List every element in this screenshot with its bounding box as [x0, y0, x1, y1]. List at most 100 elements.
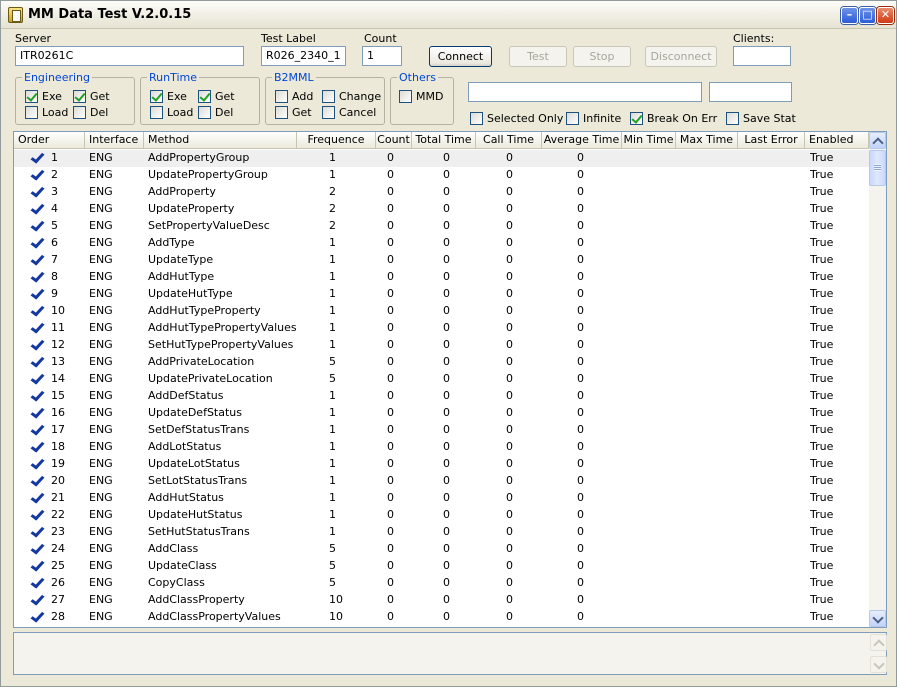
- disconnect-button[interactable]: Disconnect: [645, 46, 717, 67]
- scroll-down-arrow-icon[interactable]: [869, 610, 886, 627]
- eng-del-checkbox[interactable]: Del: [73, 106, 108, 120]
- table-row[interactable]: 9 ENG UpdateHutType 1 0 0 0 0 True: [14, 286, 869, 303]
- b2mml-add-label: Add: [292, 90, 314, 103]
- connect-button[interactable]: Connect: [429, 46, 492, 67]
- column-header-last-error[interactable]: Last Error: [738, 132, 805, 149]
- column-header-call-time[interactable]: Call Time: [476, 132, 542, 149]
- cell-average-time: 0: [577, 542, 584, 555]
- cell-frequence: 5: [329, 372, 336, 385]
- column-header-min-time[interactable]: Min Time: [622, 132, 676, 149]
- table-row[interactable]: 11 ENG AddHutTypePropertyValues 1 0 0 0 0 True: [14, 320, 869, 337]
- title-bar[interactable]: MM Data Test V.2.0.15 – □ ✕: [1, 1, 896, 29]
- save-stat-box-icon: [726, 112, 739, 125]
- cell-method: AddClass: [148, 542, 199, 555]
- log-textarea[interactable]: [13, 632, 887, 675]
- grid-vertical-scrollbar[interactable]: [869, 132, 886, 627]
- maximize-button[interactable]: □: [859, 7, 876, 24]
- table-row[interactable]: 7 ENG UpdateType 1 0 0 0 0 True: [14, 252, 869, 269]
- table-row[interactable]: 20 ENG SetLotStatusTrans 1 0 0 0 0 True: [14, 473, 869, 490]
- table-row[interactable]: 24 ENG AddClass 5 0 0 0 0 True: [14, 541, 869, 558]
- cell-average-time: 0: [577, 610, 584, 623]
- table-row[interactable]: 25 ENG UpdateClass 5 0 0 0 0 True: [14, 558, 869, 575]
- rt-del-checkbox[interactable]: Del: [198, 106, 233, 120]
- table-row[interactable]: 1 ENG AddPropertyGroup 1 0 0 0 0 True: [14, 150, 869, 167]
- rt-get-checkbox[interactable]: Get: [198, 90, 235, 104]
- cell-count: 0: [387, 287, 394, 300]
- table-row[interactable]: 16 ENG UpdateDefStatus 1 0 0 0 0 True: [14, 405, 869, 422]
- cell-frequence: 1: [329, 287, 336, 300]
- count-input[interactable]: 1: [362, 46, 402, 66]
- cell-interface: ENG: [89, 406, 113, 419]
- cell-order: 21: [51, 491, 65, 504]
- cell-call-time: 0: [506, 406, 513, 419]
- server-input[interactable]: ITR0261C: [15, 46, 244, 66]
- cell-call-time: 0: [506, 474, 513, 487]
- column-header-method[interactable]: Method: [144, 132, 297, 149]
- b2mml-cancel-checkbox[interactable]: Cancel: [322, 106, 376, 120]
- table-row[interactable]: 10 ENG AddHutTypeProperty 1 0 0 0 0 True: [14, 303, 869, 320]
- infinite-checkbox[interactable]: Infinite: [566, 112, 621, 126]
- column-header-average-time[interactable]: Average Time: [542, 132, 622, 149]
- close-button[interactable]: ✕: [877, 7, 894, 24]
- cell-call-time: 0: [506, 576, 513, 589]
- table-row[interactable]: 13 ENG AddPrivateLocation 5 0 0 0 0 True: [14, 354, 869, 371]
- minimize-button[interactable]: –: [841, 7, 858, 24]
- table-row[interactable]: 26 ENG CopyClass 5 0 0 0 0 True: [14, 575, 869, 592]
- cell-frequence: 5: [329, 542, 336, 555]
- runtime-group-title: RunTime: [147, 71, 200, 84]
- others-mmd-checkbox[interactable]: MMD: [399, 90, 443, 104]
- row-check-icon: [30, 150, 45, 164]
- eng-get-checkbox[interactable]: Get: [73, 90, 110, 104]
- log-scroll-down-arrow-icon[interactable]: [870, 656, 887, 673]
- table-row[interactable]: 19 ENG UpdateLotStatus 1 0 0 0 0 True: [14, 456, 869, 473]
- cell-enabled: True: [810, 559, 834, 572]
- column-header-frequence[interactable]: Frequence: [297, 132, 376, 149]
- table-row[interactable]: 12 ENG SetHutTypePropertyValues 1 0 0 0 0 True: [14, 337, 869, 354]
- eng-exe-checkbox[interactable]: Exe: [25, 90, 62, 104]
- cell-frequence: 1: [329, 236, 336, 249]
- table-row[interactable]: 4 ENG UpdateProperty 2 0 0 0 0 True: [14, 201, 869, 218]
- b2mml-add-checkbox[interactable]: Add: [275, 90, 313, 104]
- eng-load-checkbox[interactable]: Load: [25, 106, 68, 120]
- log-scroll-up-arrow-icon[interactable]: [870, 634, 887, 651]
- column-header-interface[interactable]: Interface: [85, 132, 144, 149]
- column-header-order[interactable]: Order: [14, 132, 85, 149]
- break-on-err-checkbox[interactable]: Break On Err: [630, 112, 717, 126]
- cell-order: 2: [51, 168, 58, 181]
- table-row[interactable]: 22 ENG UpdateHutStatus 1 0 0 0 0 True: [14, 507, 869, 524]
- table-row[interactable]: 27 ENG AddClassProperty 10 0 0 0 0 True: [14, 592, 869, 609]
- cell-total-time: 0: [443, 151, 450, 164]
- table-row[interactable]: 8 ENG AddHutType 1 0 0 0 0 True: [14, 269, 869, 286]
- table-row[interactable]: 15 ENG AddDefStatus 1 0 0 0 0 True: [14, 388, 869, 405]
- column-header-total-time[interactable]: Total Time: [412, 132, 476, 149]
- cell-method: UpdateLotStatus: [148, 457, 240, 470]
- scroll-thumb[interactable]: [869, 150, 886, 186]
- column-header-enabled[interactable]: Enabled: [805, 132, 869, 149]
- cell-frequence: 1: [329, 491, 336, 504]
- table-row[interactable]: 18 ENG AddLotStatus 1 0 0 0 0 True: [14, 439, 869, 456]
- test-button[interactable]: Test: [509, 46, 567, 67]
- save-stat-checkbox[interactable]: Save Stat: [726, 112, 796, 126]
- table-row[interactable]: 21 ENG AddHutStatus 1 0 0 0 0 True: [14, 490, 869, 507]
- b2mml-change-checkbox[interactable]: Change: [322, 90, 381, 104]
- column-header-count[interactable]: Count: [376, 132, 412, 149]
- table-row[interactable]: 14 ENG UpdatePrivateLocation 5 0 0 0 0 True: [14, 371, 869, 388]
- stop-button[interactable]: Stop: [573, 46, 631, 67]
- table-row[interactable]: 28 ENG AddClassPropertyValues 10 0 0 0 0 True: [14, 609, 869, 626]
- table-row[interactable]: 6 ENG AddType 1 0 0 0 0 True: [14, 235, 869, 252]
- cell-order: 18: [51, 440, 65, 453]
- methods-grid[interactable]: Order Interface Method Frequence Count Total …: [13, 131, 887, 628]
- table-row[interactable]: 17 ENG SetDefStatusTrans 1 0 0 0 0 True: [14, 422, 869, 439]
- table-row[interactable]: 23 ENG SetHutStatusTrans 1 0 0 0 0 True: [14, 524, 869, 541]
- selected-only-checkbox[interactable]: Selected Only: [470, 112, 563, 126]
- column-header-max-time[interactable]: Max Time: [676, 132, 738, 149]
- table-row[interactable]: 3 ENG AddProperty 2 0 0 0 0 True: [14, 184, 869, 201]
- b2mml-get-checkbox[interactable]: Get: [275, 106, 312, 120]
- rt-exe-checkbox[interactable]: Exe: [150, 90, 187, 104]
- rt-load-checkbox[interactable]: Load: [150, 106, 193, 120]
- table-row[interactable]: 2 ENG UpdatePropertyGroup 1 0 0 0 0 True: [14, 167, 869, 184]
- scroll-up-arrow-icon[interactable]: [869, 132, 886, 149]
- cell-interface: ENG: [89, 593, 113, 606]
- table-row[interactable]: 5 ENG SetPropertyValueDesc 2 0 0 0 0 True: [14, 218, 869, 235]
- test-label-input[interactable]: R026_2340_1: [261, 46, 346, 66]
